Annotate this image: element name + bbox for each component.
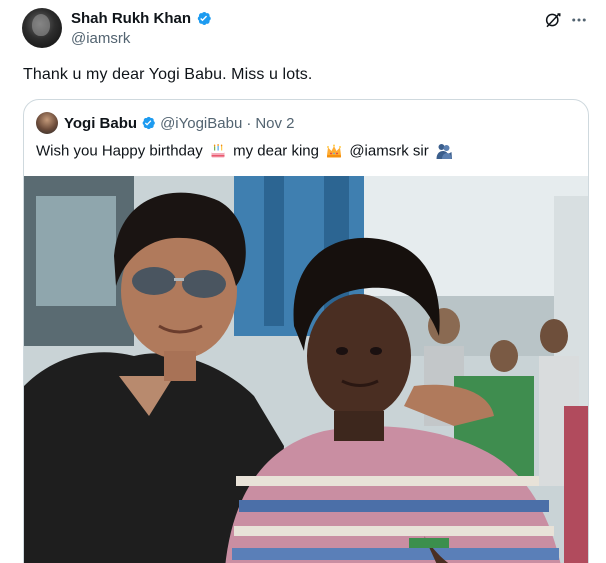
quoted-tweet-header: Yogi Babu @iYogiBabu · Nov 2	[36, 112, 295, 134]
quoted-author-avatar	[36, 112, 58, 134]
more-icon[interactable]	[569, 11, 589, 29]
author-avatar[interactable]	[22, 8, 62, 48]
people-hugging-icon	[436, 144, 452, 160]
author-name-row: Shah Rukh Khan	[71, 8, 212, 28]
author-display-name[interactable]: Shah Rukh Khan	[71, 10, 191, 27]
quoted-text-part2: my dear king	[233, 142, 319, 160]
quoted-text-part1: Wish you Happy birthday	[36, 142, 203, 160]
quoted-tweet-text: Wish you Happy birthday my dear king @ia…	[36, 142, 455, 160]
quoted-text-part3: @iamsrk sir	[349, 142, 429, 160]
grok-icon[interactable]	[544, 11, 562, 29]
tweet-text: Thank u my dear Yogi Babu. Miss u lots.	[23, 66, 313, 83]
quoted-tweet-photo[interactable]	[24, 176, 588, 563]
author-block: Shah Rukh Khan @iamsrk	[71, 8, 212, 47]
author-handle[interactable]: @iamsrk	[71, 30, 212, 47]
quoted-author-name: Yogi Babu	[64, 114, 138, 132]
birthday-cake-icon	[211, 144, 225, 158]
quoted-tweet[interactable]: Yogi Babu @iYogiBabu · Nov 2 Wish you Ha…	[23, 99, 589, 563]
verified-badge-icon	[197, 11, 211, 25]
photo-image	[24, 176, 588, 563]
quoted-tweet-date: Nov 2	[255, 114, 295, 132]
crown-icon	[327, 144, 342, 158]
quoted-author-handle: @iYogiBabu	[160, 114, 243, 132]
verified-badge-icon	[142, 116, 155, 130]
dot-separator: ·	[246, 114, 252, 132]
